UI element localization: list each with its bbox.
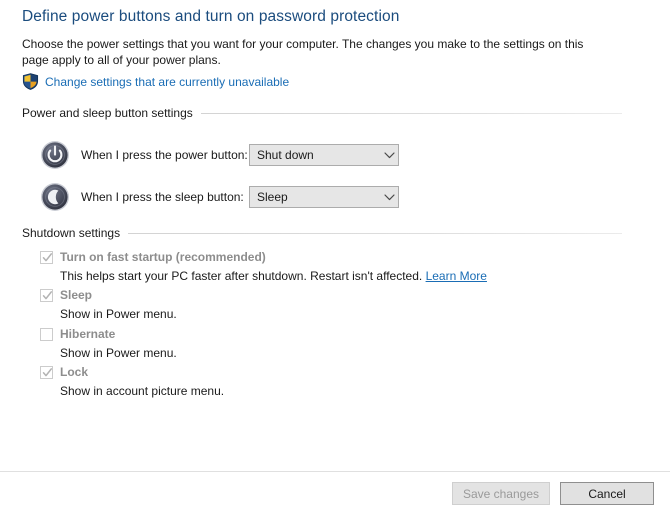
power-options-page: Define power buttons and turn on passwor…: [0, 0, 670, 514]
save-changes-button[interactable]: Save changes: [451, 482, 550, 505]
checkbox-label-hibernate: Hibernate: [60, 327, 116, 341]
group-header-shutdown-rule: [128, 232, 622, 234]
checkbox-lock[interactable]: [40, 366, 53, 379]
checkbox-description-hibernate: Show in Power menu.: [60, 346, 177, 360]
change-unavailable-settings-link[interactable]: Change settings that are currently unava…: [22, 73, 289, 90]
footer-divider: [0, 471, 670, 472]
fast-startup-description-text: This helps start your PC faster after sh…: [60, 269, 423, 283]
group-header-shutdown: Shutdown settings: [22, 226, 622, 240]
checkbox-label-sleep: Sleep: [60, 288, 93, 302]
checkbox-description-sleep: Show in Power menu.: [60, 307, 177, 321]
page-title: Define power buttons and turn on passwor…: [22, 8, 400, 25]
learn-more-link[interactable]: Learn More: [426, 269, 487, 283]
setting-sleep: Sleep Show in Power menu.: [40, 288, 177, 322]
checkbox-row-hibernate[interactable]: Hibernate: [40, 327, 177, 343]
checkbox-label-fast-startup: Turn on fast startup (recommended): [60, 250, 266, 264]
cancel-button[interactable]: Cancel: [560, 482, 654, 505]
setting-row-power-button: When I press the power button: Shut down: [40, 140, 399, 170]
checkbox-hibernate[interactable]: [40, 328, 53, 341]
checkbox-description-fast-startup: This helps start your PC faster after sh…: [60, 268, 487, 284]
power-button-action-dropdown[interactable]: Shut down: [249, 144, 399, 166]
group-header-power-sleep-rule: [200, 112, 622, 114]
group-header-power-sleep: Power and sleep button settings: [22, 106, 622, 120]
setting-lock: Lock Show in account picture menu.: [40, 365, 224, 399]
checkbox-row-lock[interactable]: Lock: [40, 365, 224, 381]
checkbox-row-sleep[interactable]: Sleep: [40, 288, 177, 304]
group-header-power-sleep-label: Power and sleep button settings: [22, 106, 193, 120]
power-button-label: When I press the power button:: [81, 148, 248, 162]
power-button-icon: [40, 140, 70, 170]
setting-row-sleep-button: When I press the sleep button: Sleep: [40, 182, 399, 212]
change-unavailable-settings-label: Change settings that are currently unava…: [45, 74, 290, 89]
setting-fast-startup: Turn on fast startup (recommended) This …: [40, 250, 487, 284]
page-description: Choose the power settings that you want …: [22, 37, 584, 67]
sleep-button-label: When I press the sleep button:: [81, 190, 244, 204]
setting-hibernate: Hibernate Show in Power menu.: [40, 327, 177, 361]
chevron-down-icon: [380, 187, 398, 207]
checkbox-sleep[interactable]: [40, 289, 53, 302]
sleep-button-icon: [40, 182, 70, 212]
checkbox-row-fast-startup[interactable]: Turn on fast startup (recommended): [40, 250, 487, 266]
group-header-shutdown-label: Shutdown settings: [22, 226, 121, 240]
chevron-down-icon: [380, 145, 398, 165]
checkbox-fast-startup[interactable]: [40, 251, 53, 264]
power-button-action-value: Shut down: [257, 148, 314, 162]
footer-button-bar: Save changes Cancel: [451, 482, 654, 505]
checkbox-description-lock: Show in account picture menu.: [60, 384, 225, 398]
shield-icon: [22, 73, 39, 90]
checkbox-label-lock: Lock: [60, 365, 89, 379]
sleep-button-action-dropdown[interactable]: Sleep: [249, 186, 399, 208]
sleep-button-action-value: Sleep: [257, 190, 288, 204]
